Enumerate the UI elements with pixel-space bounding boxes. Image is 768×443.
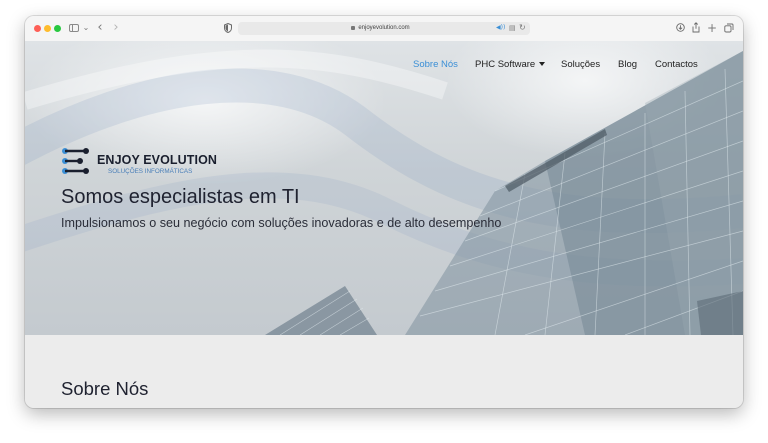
audio-icon[interactable]: ◀)) [496,20,505,36]
browser-window: ⌄ ‹ › enjoyevolution.com ◀)) ▤ ↻ + Sobre… [25,16,743,408]
sidebar-icon[interactable] [69,24,79,32]
forward-icon[interactable]: › [111,20,121,36]
caret-down-icon [539,62,546,66]
url-text: enjoyevolution.com [358,25,410,31]
share-icon[interactable] [692,22,700,33]
logo-subtitle: SOLUÇÕES INFORMÁTICAS [108,168,193,175]
shield-icon[interactable] [224,23,232,33]
reader-icon[interactable]: ▤ [509,20,516,36]
about-section: Sobre Nós [25,335,743,408]
nav-sobre-nos[interactable]: Sobre Nós [413,58,458,72]
zoom-window-button[interactable] [54,25,61,32]
tabs-overview-icon[interactable] [724,23,734,33]
hero-headline: Somos especialistas em TI [61,186,300,208]
minimize-window-button[interactable] [44,25,51,32]
download-icon[interactable] [676,23,685,32]
reload-icon[interactable]: ↻ [519,20,526,36]
chevron-down-icon[interactable]: ⌄ [82,20,90,36]
section-title: Sobre Nós [61,378,149,399]
nav-solucoes[interactable]: Soluções [561,58,600,72]
enjoy-evolution-logo-icon [62,148,89,174]
nav-phc-software-label: PHC Software [475,59,536,70]
nav-contactos[interactable]: Contactos [655,58,698,72]
close-window-button[interactable] [34,25,41,32]
logo-name[interactable]: ENJOY EVOLUTION [97,153,217,167]
hero-section: Sobre Nós PHC Software Soluções Blog Con… [25,41,743,335]
address-bar[interactable]: enjoyevolution.com ◀)) ▤ ↻ [238,22,530,35]
nav-blog[interactable]: Blog [618,58,637,72]
browser-toolbar: ⌄ ‹ › enjoyevolution.com ◀)) ▤ ↻ + [25,16,743,42]
new-tab-icon[interactable]: + [707,20,717,36]
hero-subheadline: Impulsionamos o seu negócio com soluções… [61,216,502,230]
back-icon[interactable]: ‹ [95,20,105,36]
nav-phc-software[interactable]: PHC Software [475,58,546,72]
